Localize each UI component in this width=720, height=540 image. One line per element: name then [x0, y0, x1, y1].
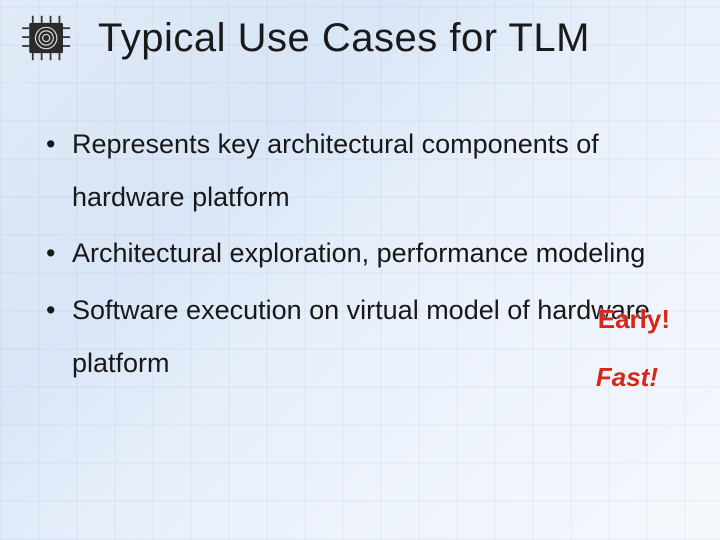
- bullet-item: • Represents key architectural component…: [46, 118, 684, 223]
- bullet-marker: •: [46, 118, 72, 223]
- callout-early: Early!: [598, 304, 670, 335]
- bullet-text: Represents key architectural components …: [72, 118, 684, 223]
- bullet-marker: •: [46, 227, 72, 280]
- bullet-item: • Software execution on virtual model of…: [46, 284, 684, 389]
- callout-fast: Fast!: [596, 362, 658, 393]
- bullet-text: Architectural exploration, performance m…: [72, 227, 684, 280]
- slide-title: Typical Use Cases for TLM: [98, 16, 590, 61]
- slide-body: • Represents key architectural component…: [46, 118, 684, 393]
- bullet-marker: •: [46, 284, 72, 389]
- bullet-item: • Architectural exploration, performance…: [46, 227, 684, 280]
- bullet-text: Software execution on virtual model of h…: [72, 284, 684, 389]
- chip-icon: [18, 14, 76, 62]
- slide: Typical Use Cases for TLM • Represents k…: [0, 0, 720, 540]
- title-row: Typical Use Cases for TLM: [0, 14, 720, 62]
